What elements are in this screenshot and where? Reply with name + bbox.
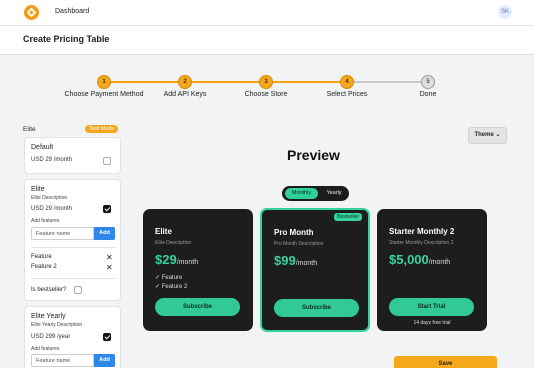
pricing-card-pro: Bestseller Pro Month Pro Month Descripti… [260,208,370,332]
theme-dropdown[interactable]: Theme ⌄ [468,127,507,144]
add-features-label: Add features [31,346,60,352]
nav-dashboard-link[interactable]: Dashboard [55,8,89,15]
feature-item: Feature [31,254,52,260]
select-price-checkbox[interactable] [103,333,111,341]
page-title: Create Pricing Table [23,34,110,44]
add-feature-button[interactable]: Add [94,354,115,367]
plan-name: Pro Month [274,228,314,237]
plan-name: Starter Monthly 2 [389,227,455,236]
step-4-circle[interactable]: 4 [340,75,354,89]
test-mode-badge: Test Mode [85,125,119,133]
toggle-monthly[interactable]: Monthly [285,188,318,199]
page-header: Create Pricing Table [0,26,534,55]
step-3-circle[interactable]: 3 [259,75,273,89]
step-5-circle[interactable]: 5 [421,75,435,89]
step-1-label: Choose Payment Method [64,91,144,98]
divider [31,278,116,279]
pricing-card-elite: Elite Elite Description $29/month ✓ Feat… [143,209,253,331]
toggle-yearly[interactable]: Yearly [322,188,346,199]
price-card-amount: USD 299 /year [31,334,71,340]
divider [31,247,116,248]
price-card-amount: USD 29 /month [31,157,73,163]
plan-price: $99/month [274,253,318,268]
step-connector [266,81,347,83]
logo-icon[interactable] [24,5,39,20]
step-5-label: Done [419,91,437,98]
step-1-circle[interactable]: 1 [97,75,111,89]
price-card-amount: USD 29 /month [31,206,73,212]
plan-description: Starter Monthly Description 2 [389,240,454,246]
plan-description: Elite Description [155,240,192,246]
step-connector [104,81,185,83]
avatar[interactable]: SK [498,5,512,19]
feature-name-input[interactable]: Feature name [31,354,94,367]
plan-feature: ✓ Feature 2 [155,284,188,290]
subscribe-button[interactable]: Subscribe [155,298,240,316]
top-bar: Dashboard SK [0,0,534,26]
add-features-label: Add features [31,218,60,224]
select-price-checkbox[interactable] [103,205,111,213]
price-card-title: Default [31,144,54,151]
step-connector [185,81,266,83]
theme-label: Theme [474,132,494,138]
step-2-label: Add API Keys [163,91,207,98]
price-card-default: Default USD 29 /month [24,137,121,174]
product-label: Elite [23,126,36,133]
billing-toggle: Monthly Yearly [282,186,349,201]
price-card-description: Elite Yearly Description [31,322,83,328]
step-connector [347,81,428,83]
trial-note: 14 days free trial [413,320,451,326]
add-feature-button[interactable]: Add [94,227,115,240]
bestseller-badge: Bestseller [334,213,362,221]
plan-description: Pro Month Description [274,241,324,247]
bestseller-label: Is bestseller? [31,287,67,293]
select-price-checkbox[interactable] [103,157,111,165]
price-card-description: Elite Description [31,195,68,201]
remove-feature-icon[interactable]: ✕ [106,264,113,272]
price-card-title: Elite [31,186,45,193]
plan-feature: ✓ Feature [155,275,183,281]
step-2-circle[interactable]: 2 [178,75,192,89]
price-card-elite-yearly: Elite Yearly Elite Yearly Description US… [24,306,121,368]
preview-title: Preview [287,147,340,163]
plan-price: $5,000/month [389,252,451,267]
feature-name-input[interactable]: Feature name [31,227,94,240]
bestseller-checkbox[interactable] [74,286,82,294]
price-card-title: Elite Yearly [31,313,66,320]
save-button[interactable]: Save [394,356,497,368]
pricing-card-starter: Starter Monthly 2 Starter Monthly Descri… [377,209,487,331]
price-card-elite: Elite Elite Description USD 29 /month Ad… [24,179,121,301]
step-4-label: Select Prices [326,91,368,98]
plan-name: Elite [155,227,172,236]
plan-price: $29/month [155,252,199,267]
remove-feature-icon[interactable]: ✕ [106,254,113,262]
chevron-down-icon: ⌄ [495,132,501,138]
subscribe-button[interactable]: Subscribe [274,299,359,317]
start-trial-button[interactable]: Start Trial [389,298,474,316]
feature-item: Feature 2 [31,264,57,270]
step-3-label: Choose Store [244,91,288,98]
